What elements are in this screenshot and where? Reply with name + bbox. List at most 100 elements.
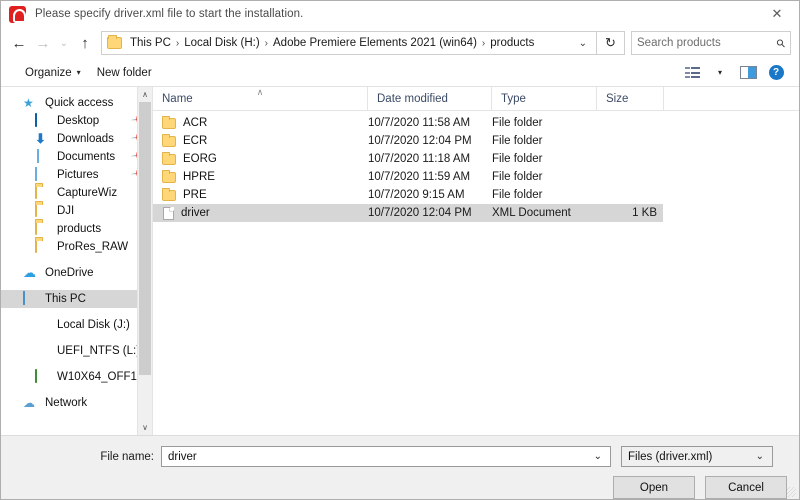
sidebar-item-documents[interactable]: Documents 📌: [1, 147, 152, 166]
file-name-cell: driver: [162, 206, 368, 220]
sidebar-item-products[interactable]: products: [1, 220, 152, 238]
table-row[interactable]: driver 10/7/2020 12:04 PM XML Document 1…: [153, 204, 663, 222]
file-name-label: File name:: [100, 450, 154, 463]
sidebar-item-label: Downloads: [57, 133, 114, 145]
open-button[interactable]: Open: [613, 476, 695, 499]
pc-icon: [23, 291, 39, 306]
file-type: File folder: [492, 153, 543, 165]
navigation-pane: ★ Quick access Desktop 📌 ⬇ Downloads 📌 D…: [1, 87, 153, 435]
chevron-down-icon[interactable]: ⌄: [574, 38, 592, 49]
sidebar-item-this-pc[interactable]: This PC: [1, 290, 152, 308]
sort-ascending-icon: ∧: [256, 86, 264, 97]
table-row[interactable]: EORG 10/7/2020 11:18 AM File folder: [153, 150, 663, 168]
window-title: Please specify driver.xml file to start …: [35, 8, 304, 20]
file-type: File folder: [492, 189, 543, 201]
sidebar-item-pictures[interactable]: Pictures 📌: [1, 165, 152, 184]
nav-list: ★ Quick access Desktop 📌 ⬇ Downloads 📌 D…: [1, 87, 152, 412]
title-bar: Please specify driver.xml file to start …: [1, 1, 799, 27]
toolbar-right-group: ▾ ?: [679, 62, 789, 84]
breadcrumb[interactable]: This PC › Local Disk (H:) › Adobe Premie…: [101, 31, 597, 55]
recent-locations-icon[interactable]: ⌄: [55, 30, 73, 56]
documents-icon: [35, 149, 51, 164]
breadcrumb-item-3[interactable]: products: [486, 37, 538, 49]
file-date: 10/7/2020 12:04 PM: [368, 135, 472, 147]
column-header-filler: [664, 87, 799, 111]
sidebar-item-dji[interactable]: DJI: [1, 202, 152, 220]
sidebar-item-label: Pictures: [57, 169, 99, 181]
scroll-up-icon[interactable]: ∧: [138, 87, 152, 102]
sidebar-item-network[interactable]: ☁ Network: [1, 394, 152, 412]
sidebar-item-label: Network: [45, 397, 88, 409]
drive-icon: [35, 318, 51, 332]
forward-icon[interactable]: →: [31, 30, 55, 56]
sidebar-item-capturewiz[interactable]: CaptureWiz: [1, 184, 152, 202]
folder-icon: [35, 185, 51, 200]
file-name-cell: ACR: [162, 115, 368, 129]
preview-pane-icon[interactable]: [735, 62, 761, 84]
file-type: File folder: [492, 171, 543, 183]
file-date: 10/7/2020 11:59 AM: [368, 171, 471, 183]
sidebar-item-label: Quick access: [45, 97, 114, 109]
file-type-filter-select[interactable]: Files (driver.xml) ⌄: [621, 446, 773, 467]
sidebar-item-onedrive[interactable]: ☁ OneDrive: [1, 264, 152, 282]
adobe-red-icon: [9, 5, 26, 23]
table-row[interactable]: HPRE 10/7/2020 11:59 AM File folder: [153, 168, 663, 186]
up-icon[interactable]: ↑: [73, 30, 97, 56]
file-name: EORG: [183, 153, 217, 165]
scrollbar-track[interactable]: [138, 102, 152, 420]
nav-group-separator: [1, 334, 152, 342]
table-row[interactable]: ACR 10/7/2020 11:58 AM File folder: [153, 114, 663, 132]
file-name-cell: PRE: [162, 187, 368, 201]
back-icon[interactable]: ←: [7, 30, 31, 56]
sidebar-item-quick-access[interactable]: ★ Quick access: [1, 94, 152, 112]
new-folder-label: New folder: [96, 66, 152, 79]
folder-icon: [35, 239, 51, 254]
view-options-dropdown-icon[interactable]: ▾: [707, 62, 733, 84]
table-row[interactable]: ECR 10/7/2020 12:04 PM File folder: [153, 132, 663, 150]
cloud-icon: ☁: [23, 265, 36, 280]
nav-group-separator: [1, 282, 152, 290]
sidebar-item-label: Desktop: [57, 115, 100, 127]
sidebar-item-prores-raw[interactable]: ProRes_RAW: [1, 238, 152, 256]
file-name-cell: HPRE: [162, 169, 368, 183]
folder-icon: [162, 115, 176, 129]
sidebar-item-w10x64-off19[interactable]: W10X64_OFF19_E: [1, 368, 152, 386]
organize-button[interactable]: Organize ▾: [17, 62, 89, 84]
scroll-down-icon[interactable]: ∨: [138, 420, 152, 435]
resize-grip[interactable]: [786, 487, 796, 497]
search-input[interactable]: Search products ⚲: [631, 31, 791, 55]
sidebar-item-uefi-ntfs-l[interactable]: UEFI_NTFS (L:): [1, 342, 152, 360]
file-date: 10/7/2020 9:15 AM: [368, 189, 465, 201]
file-name-cell: ECR: [162, 133, 368, 147]
column-header-name[interactable]: Name ∧: [153, 86, 368, 111]
file-size: 1 KB: [632, 207, 657, 219]
view-options-icon[interactable]: [679, 62, 705, 84]
sidebar-scrollbar[interactable]: ∧ ∨: [137, 87, 152, 435]
close-icon[interactable]: ✕: [755, 1, 799, 27]
help-icon[interactable]: ?: [763, 62, 789, 84]
file-name: ECR: [183, 135, 208, 147]
sidebar-item-label: OneDrive: [45, 267, 94, 279]
breadcrumb-item-0[interactable]: This PC: [126, 37, 175, 49]
sidebar-item-desktop[interactable]: Desktop 📌: [1, 111, 152, 130]
breadcrumb-item-1[interactable]: Local Disk (H:): [180, 37, 263, 49]
sidebar-item-local-disk-j[interactable]: Local Disk (J:): [1, 316, 152, 334]
scrollbar-thumb[interactable]: [139, 102, 151, 376]
column-header-type[interactable]: Type: [492, 86, 597, 111]
file-type: File folder: [492, 135, 543, 147]
file-date: 10/7/2020 11:58 AM: [368, 117, 471, 129]
column-header-date-modified[interactable]: Date modified: [368, 86, 492, 111]
breadcrumb-item-2[interactable]: Adobe Premiere Elements 2021 (win64): [269, 37, 481, 49]
table-row[interactable]: PRE 10/7/2020 9:15 AM File folder: [153, 186, 663, 204]
file-date: 10/7/2020 12:04 PM: [368, 207, 472, 219]
column-header-size[interactable]: Size: [597, 86, 664, 111]
file-type-filter-value: Files (driver.xml): [628, 450, 713, 463]
file-name-input[interactable]: driver ⌄: [161, 446, 611, 467]
column-headers: Name ∧ Date modified Type Size: [153, 86, 799, 111]
sidebar-item-downloads[interactable]: ⬇ Downloads 📌: [1, 129, 152, 148]
new-folder-button[interactable]: New folder: [89, 62, 160, 84]
refresh-icon[interactable]: ↻: [597, 31, 625, 55]
cancel-button[interactable]: Cancel: [705, 476, 787, 499]
chevron-down-icon[interactable]: ⌄: [589, 451, 607, 462]
desktop-icon: [35, 113, 51, 128]
